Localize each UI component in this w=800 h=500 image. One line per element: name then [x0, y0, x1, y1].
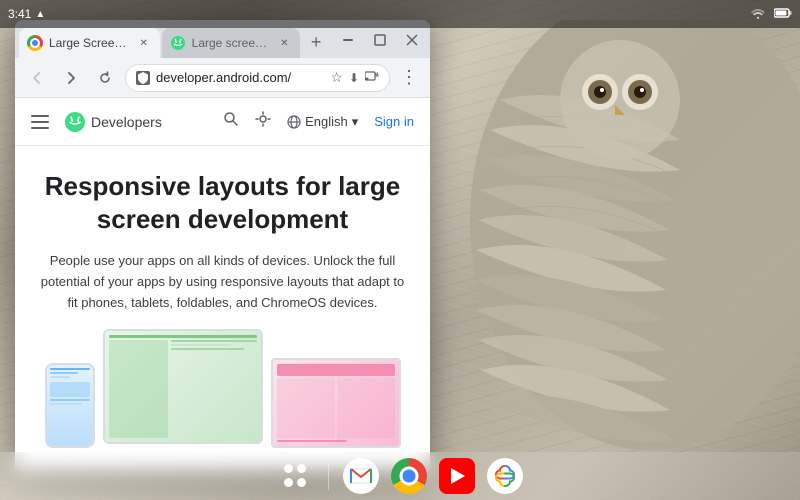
- sign-in-button[interactable]: Sign in: [374, 114, 414, 129]
- tab-1[interactable]: Large Screen... ✕: [19, 28, 160, 58]
- brightness-icon[interactable]: [255, 111, 271, 132]
- main-content: Responsive layouts for large screen deve…: [15, 146, 430, 464]
- minimize-button[interactable]: [334, 26, 362, 54]
- youtube-play-icon: [451, 468, 465, 484]
- address-bar: developer.android.com/ ☆ ⬇ ⋮: [15, 58, 430, 98]
- new-tab-button[interactable]: +: [302, 28, 330, 56]
- site-content: Developers English ▾ Sign in Responsiv: [15, 98, 430, 470]
- android-logo-icon: [65, 112, 85, 132]
- url-bar[interactable]: developer.android.com/ ☆ ⬇: [125, 64, 390, 92]
- forward-button[interactable]: [57, 64, 85, 92]
- youtube-app-icon[interactable]: [435, 454, 479, 498]
- dev-logo: Developers: [65, 112, 162, 132]
- android-favicon-icon: [171, 36, 185, 50]
- close-button[interactable]: [398, 26, 426, 54]
- maximize-button[interactable]: [366, 26, 394, 54]
- tab-1-title: Large Screen...: [49, 36, 130, 50]
- tab-2[interactable]: Large screen... ✕: [162, 28, 301, 58]
- download-icon[interactable]: ⬇: [349, 71, 359, 85]
- device-preview-section: [35, 329, 410, 448]
- tab-bar-controls: [334, 26, 426, 54]
- wifi-icon: [750, 7, 766, 22]
- chromecast-icon: [365, 70, 379, 85]
- refresh-button[interactable]: [91, 64, 119, 92]
- chrome-icon: [391, 458, 427, 494]
- taskbar-divider: [328, 462, 329, 490]
- status-bar-left: 3:41 ▲: [8, 7, 45, 21]
- taskbar: [0, 452, 800, 500]
- chrome-menu-button[interactable]: ⋮: [396, 67, 422, 88]
- status-bar-right: [750, 7, 792, 22]
- tab-2-close-button[interactable]: ✕: [276, 35, 292, 51]
- hamburger-menu-button[interactable]: [31, 115, 49, 129]
- tab-1-favicon: [27, 35, 43, 51]
- battery-icon: [774, 7, 792, 22]
- wallpaper-art: [400, 20, 800, 480]
- url-text: developer.android.com/: [156, 70, 324, 85]
- site-security-icon: [136, 71, 150, 85]
- tab-2-favicon: [170, 35, 186, 51]
- page-title: Responsive layouts for large screen deve…: [35, 170, 410, 235]
- chrome-favicon-icon: [27, 35, 43, 51]
- bookmark-icon[interactable]: ☆: [330, 69, 343, 86]
- photos-icon: [487, 458, 523, 494]
- tab-1-close-button[interactable]: ✕: [136, 35, 152, 51]
- browser-window: Large Screen... ✕ Large screen... ✕ +: [15, 20, 430, 470]
- launcher-icon: [284, 464, 308, 488]
- search-icon[interactable]: [223, 111, 239, 132]
- gmail-app-icon[interactable]: [339, 454, 383, 498]
- phone-preview: [45, 363, 95, 448]
- gmail-icon: [343, 458, 379, 494]
- page-description: People use your apps on all kinds of dev…: [35, 251, 410, 313]
- status-bar: 3:41 ▲: [0, 0, 800, 28]
- status-time: 3:41: [8, 7, 31, 21]
- language-dropdown-icon: ▾: [352, 114, 359, 130]
- laptop-preview: [271, 358, 401, 448]
- language-label: English: [305, 114, 348, 129]
- photos-app-icon[interactable]: [483, 454, 527, 498]
- chrome-app-icon[interactable]: [387, 454, 431, 498]
- dev-logo-text: Developers: [91, 114, 162, 130]
- tablet-preview: [103, 329, 263, 444]
- youtube-icon: [439, 458, 475, 494]
- back-button[interactable]: [23, 64, 51, 92]
- language-selector[interactable]: English ▾: [287, 114, 358, 130]
- dev-nav: Developers English ▾ Sign in: [15, 98, 430, 146]
- app-launcher-button[interactable]: [272, 452, 320, 500]
- tab-2-title: Large screen...: [192, 36, 271, 50]
- status-signal-icon: ▲: [35, 9, 45, 20]
